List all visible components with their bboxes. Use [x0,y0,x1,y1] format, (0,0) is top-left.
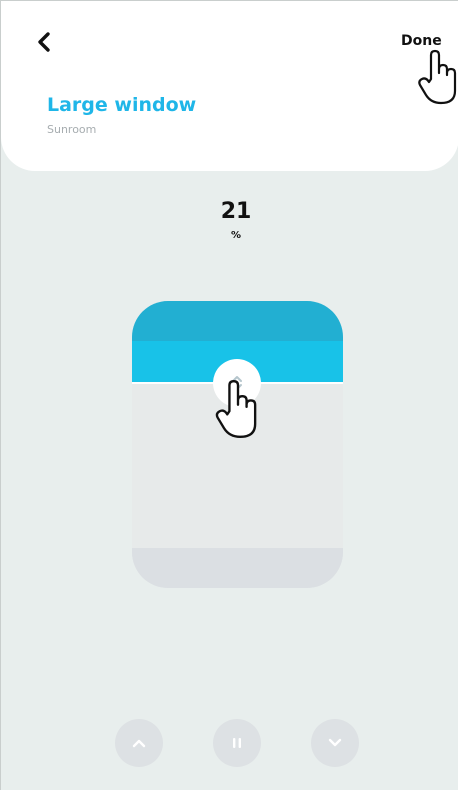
window-sill [132,548,343,588]
position-value: 21 [220,199,252,224]
room-subtitle: Sunroom [47,123,97,136]
bottom-controls [1,719,458,769]
close-down-button[interactable] [311,719,359,767]
window-pane [132,384,343,548]
open-up-button[interactable] [115,719,163,767]
shade-drag-handle[interactable] [213,359,261,407]
chevron-up-icon [132,739,146,748]
window-shade-control[interactable] [132,301,343,588]
back-button[interactable] [29,27,59,57]
drag-arrows-icon [232,376,242,390]
screen: Done Large window Sunroom 21 % [0,0,458,790]
device-title: Large window [47,94,197,116]
chevron-left-icon [38,32,50,52]
header-card: Done Large window Sunroom [1,1,458,171]
position-unit: % [230,230,242,241]
pause-icon [233,738,241,748]
shade-top [132,301,343,341]
done-button[interactable]: Done [401,33,442,49]
chevron-down-icon [328,738,342,747]
pause-button[interactable] [213,719,261,767]
